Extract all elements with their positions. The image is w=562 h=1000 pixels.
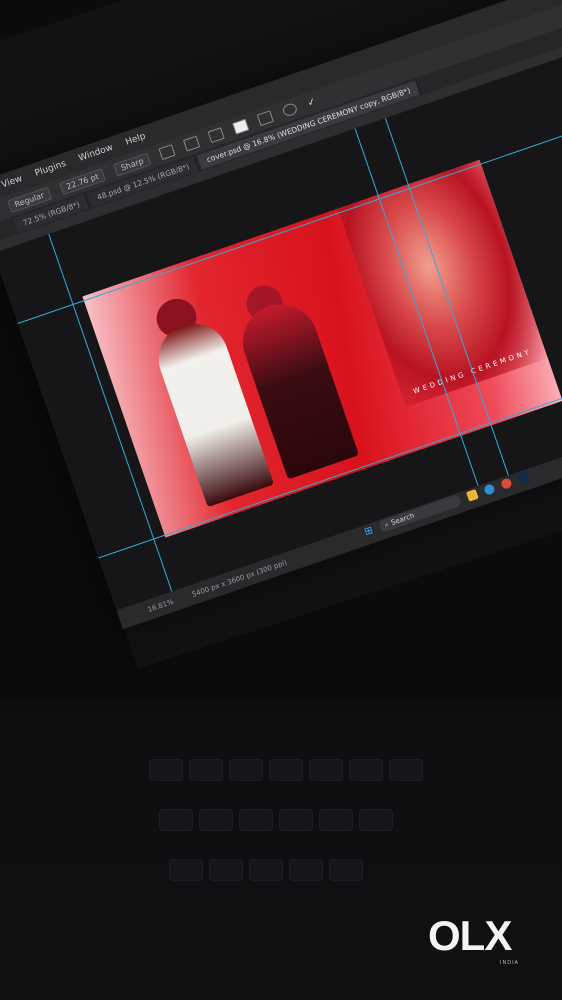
color-swatch-icon[interactable]	[231, 118, 250, 135]
keyboard-key	[200, 810, 232, 830]
keyboard-key	[310, 760, 342, 780]
menu-help[interactable]: Help	[124, 132, 147, 148]
commit-check-icon[interactable]: ✓	[306, 96, 318, 109]
keyboard-key	[210, 860, 242, 880]
search-placeholder: Search	[390, 511, 416, 528]
keyboard-key	[230, 760, 262, 780]
keyboard-key	[150, 760, 182, 780]
align-center-icon[interactable]	[182, 135, 200, 152]
keyboard-key	[160, 810, 192, 830]
keyboard-key	[330, 860, 362, 880]
keyboard-key	[390, 760, 422, 780]
menu-view[interactable]: View	[0, 174, 23, 190]
keyboard-key	[170, 860, 202, 880]
warp-text-icon[interactable]	[256, 110, 274, 127]
keyboard-key	[320, 810, 352, 830]
search-icon: ⌕	[383, 519, 390, 529]
keyboard-key	[290, 860, 322, 880]
cancel-icon[interactable]	[281, 101, 299, 118]
zoom-level[interactable]: 16.81%	[147, 598, 175, 614]
align-left-icon[interactable]	[158, 144, 176, 161]
olx-logo: OLX	[428, 912, 512, 959]
file-explorer-icon[interactable]	[466, 488, 480, 502]
chrome-icon[interactable]	[500, 477, 514, 490]
olx-country: INDIA	[500, 960, 519, 966]
keyboard-key	[250, 860, 282, 880]
keyboard-key	[190, 760, 222, 780]
edge-icon[interactable]	[483, 482, 497, 496]
keyboard-key	[350, 760, 382, 780]
keyboard-key	[270, 760, 302, 780]
keyboard-key	[280, 810, 312, 830]
keyboard-key	[360, 810, 392, 830]
align-right-icon[interactable]	[207, 127, 225, 144]
keyboard-key	[240, 810, 272, 830]
olx-watermark: OLX INDIA	[428, 912, 518, 966]
